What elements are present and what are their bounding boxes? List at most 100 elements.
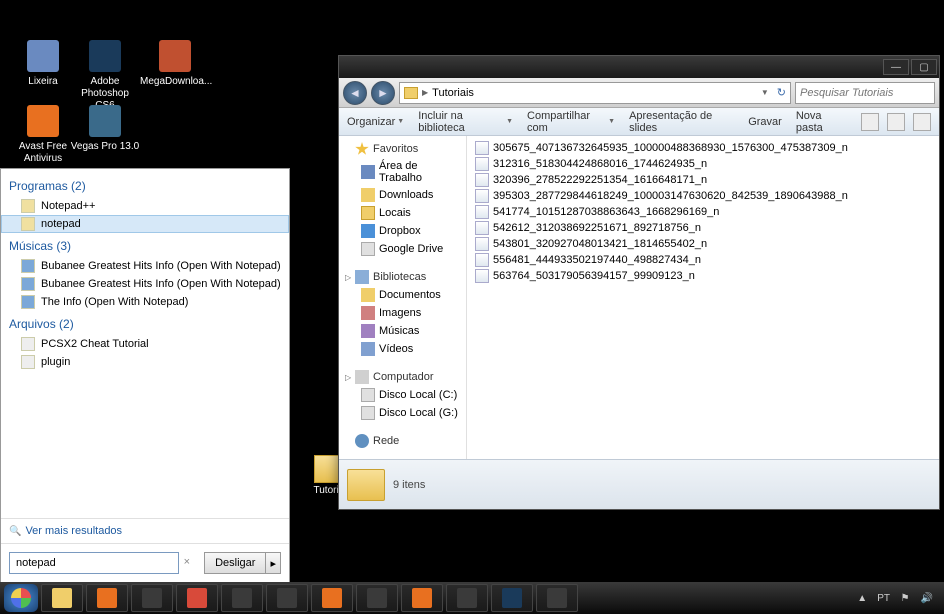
volume-icon[interactable]: 🔊 bbox=[920, 591, 934, 605]
minimize-button[interactable]: — bbox=[883, 59, 909, 75]
breadcrumb-location[interactable]: Tutoriais bbox=[432, 87, 474, 99]
file-row[interactable]: 320396_278522292251354_1616648171_n bbox=[475, 172, 931, 188]
taskbar-app-xampp[interactable] bbox=[311, 584, 353, 612]
toolbar-compartilhar[interactable]: Compartilhar com▼ bbox=[527, 110, 615, 134]
nav-item[interactable]: Downloads bbox=[339, 186, 466, 204]
back-button[interactable]: ◄ bbox=[343, 81, 367, 105]
desktop-icon-photoshop[interactable]: Adobe Photoshop CS6 bbox=[70, 40, 140, 112]
file-row[interactable]: 305675_407136732645935_100000488368930_1… bbox=[475, 140, 931, 156]
explorer-search-input[interactable] bbox=[795, 82, 935, 104]
toolbar-gravar[interactable]: Gravar bbox=[748, 116, 782, 128]
taskbar-app-photoshop[interactable] bbox=[491, 584, 533, 612]
taskbar-app-app1[interactable] bbox=[131, 584, 173, 612]
forward-button[interactable]: ► bbox=[371, 81, 395, 105]
search-result-label: Bubanee Greatest Hits Info (Open With No… bbox=[41, 278, 281, 290]
app-icon bbox=[142, 588, 162, 608]
file-row[interactable]: 563764_503179056394157_99909123_n bbox=[475, 268, 931, 284]
folder-icon bbox=[347, 469, 385, 501]
search-result-label: Notepad++ bbox=[41, 200, 95, 212]
app-icon bbox=[457, 588, 477, 608]
action-center-icon[interactable]: ⚑ bbox=[898, 591, 912, 605]
search-result-item[interactable]: The Info (Open With Notepad) bbox=[1, 293, 289, 311]
taskbar-app-app2[interactable] bbox=[266, 584, 308, 612]
file-row[interactable]: 541774_10151287038863643_1668296169_n bbox=[475, 204, 931, 220]
desktop-icon-megadownloader[interactable]: MegaDownloa... bbox=[140, 40, 210, 88]
maximize-button[interactable]: ▢ bbox=[911, 59, 937, 75]
nav-item[interactable]: Locais bbox=[339, 204, 466, 222]
file-row[interactable]: 556481_444933502197440_498827434_n bbox=[475, 252, 931, 268]
nav-item[interactable]: Documentos bbox=[339, 286, 466, 304]
file-row[interactable]: 395303_287729844618249_100003147630620_8… bbox=[475, 188, 931, 204]
titlebar[interactable]: — ▢ × bbox=[339, 56, 939, 78]
toolbar-organizar[interactable]: Organizar▼ bbox=[347, 116, 404, 128]
toolbar-nova-pasta[interactable]: Nova pasta bbox=[796, 110, 847, 134]
search-result-item[interactable]: Bubanee Greatest Hits Info (Open With No… bbox=[1, 257, 289, 275]
file-row[interactable]: 312316_518304424868016_1744624935_n bbox=[475, 156, 931, 172]
ico-music-icon bbox=[361, 324, 375, 338]
toolbar-apresentacao[interactable]: Apresentação de slides bbox=[629, 110, 734, 134]
show-hidden-icons[interactable]: ▲ bbox=[855, 591, 869, 605]
chevron-down-icon[interactable]: ▼ bbox=[761, 88, 769, 97]
start-search-input[interactable] bbox=[9, 552, 179, 574]
nav-item[interactable]: Google Drive bbox=[339, 240, 466, 258]
language-indicator[interactable]: PT bbox=[877, 593, 890, 604]
file-name: 542612_312038692251671_892718756_n bbox=[493, 222, 701, 234]
start-button[interactable] bbox=[4, 584, 38, 612]
taskbar-app-firefox[interactable] bbox=[401, 584, 443, 612]
clear-search-icon[interactable]: × bbox=[184, 556, 190, 568]
search-result-item[interactable]: notepad bbox=[1, 215, 289, 233]
nav-item[interactable]: Músicas bbox=[339, 322, 466, 340]
app-icon bbox=[367, 588, 387, 608]
taskbar-app-chrome[interactable] bbox=[176, 584, 218, 612]
nav-group-Rede[interactable]: Rede bbox=[339, 432, 466, 450]
nav-item[interactable]: Disco Local (C:) bbox=[339, 386, 466, 404]
app-icon bbox=[89, 40, 121, 72]
desktop-icon-vegas[interactable]: Vegas Pro 13.0 bbox=[70, 105, 140, 153]
file-row[interactable]: 542612_312038692251671_892718756_n bbox=[475, 220, 931, 236]
file-row[interactable]: 543801_320927048013421_1814655402_n bbox=[475, 236, 931, 252]
search-result-label: PCSX2 Cheat Tutorial bbox=[41, 338, 149, 350]
chevron-right-icon[interactable]: ▶ bbox=[422, 88, 428, 97]
desktop-icon-avast[interactable]: Avast Free Antivirus bbox=[8, 105, 78, 165]
search-result-item[interactable]: plugin bbox=[1, 353, 289, 371]
taskbar-app-app4[interactable] bbox=[446, 584, 488, 612]
app-icon bbox=[187, 588, 207, 608]
image-file-icon bbox=[475, 157, 489, 171]
file-name: 556481_444933502197440_498827434_n bbox=[493, 254, 701, 266]
taskbar: ▲ PT ⚑ 🔊 bbox=[0, 582, 944, 614]
nav-item[interactable]: Vídeos bbox=[339, 340, 466, 358]
search-result-item[interactable]: Notepad++ bbox=[1, 197, 289, 215]
search-result-item[interactable]: Bubanee Greatest Hits Info (Open With No… bbox=[1, 275, 289, 293]
taskbar-app-explorer[interactable] bbox=[41, 584, 83, 612]
shutdown-button[interactable]: Desligar bbox=[204, 552, 266, 574]
ico-drive-icon bbox=[361, 242, 375, 256]
desktop-icon-lixeira[interactable]: Lixeira bbox=[8, 40, 78, 88]
nav-item[interactable]: Disco Local (G:) bbox=[339, 404, 466, 422]
preview-pane-button[interactable] bbox=[887, 113, 905, 131]
nav-group-Computador[interactable]: ▷Computador bbox=[339, 368, 466, 386]
taskbar-app-sublime[interactable] bbox=[221, 584, 263, 612]
app-icon bbox=[277, 588, 297, 608]
help-button[interactable] bbox=[913, 113, 931, 131]
ico-computer-icon bbox=[355, 370, 369, 384]
nav-item[interactable]: Imagens bbox=[339, 304, 466, 322]
toolbar-incluir[interactable]: Incluir na biblioteca▼ bbox=[418, 110, 513, 134]
breadcrumb[interactable]: ▶ Tutoriais ▼ ↻ bbox=[399, 82, 791, 104]
nav-item[interactable]: Área de Trabalho bbox=[339, 158, 466, 186]
refresh-icon[interactable]: ↻ bbox=[777, 86, 786, 99]
view-options-button[interactable] bbox=[861, 113, 879, 131]
windows-logo-icon bbox=[11, 588, 31, 608]
taskbar-app-wmplayer[interactable] bbox=[86, 584, 128, 612]
file-name: 320396_278522292251354_1616648171_n bbox=[493, 174, 707, 186]
search-result-item[interactable]: PCSX2 Cheat Tutorial bbox=[1, 335, 289, 353]
taskbar-app-app3[interactable] bbox=[356, 584, 398, 612]
image-file-icon bbox=[475, 205, 489, 219]
nav-item[interactable]: Dropbox bbox=[339, 222, 466, 240]
see-more-results[interactable]: Ver mais resultados bbox=[1, 518, 289, 543]
nav-group-Bibliotecas[interactable]: ▷Bibliotecas bbox=[339, 268, 466, 286]
nav-group-Favoritos[interactable]: Favoritos bbox=[339, 140, 466, 158]
taskbar-app-app5[interactable] bbox=[536, 584, 578, 612]
file-icon bbox=[21, 259, 35, 273]
folder-icon bbox=[404, 87, 418, 99]
shutdown-options-button[interactable]: ▸ bbox=[266, 552, 281, 574]
